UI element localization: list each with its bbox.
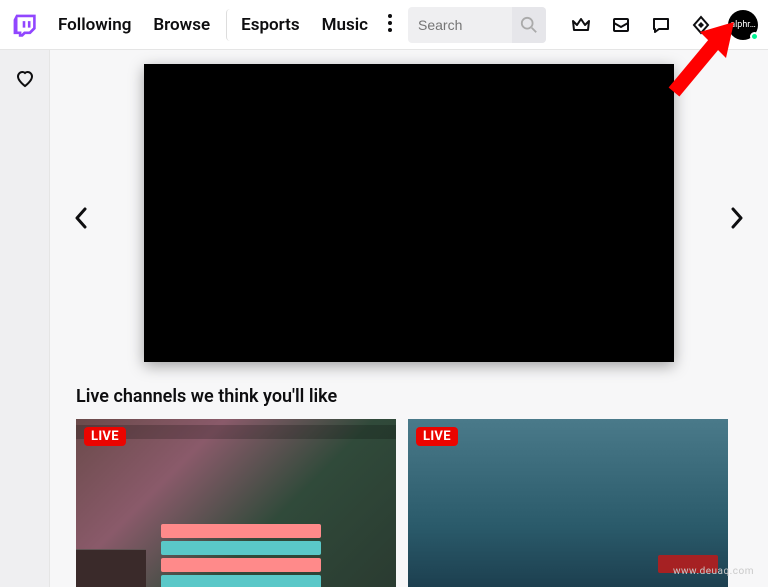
featured-carousel [50,50,768,386]
live-badge: LIVE [84,427,126,446]
chevron-right-icon [730,207,744,229]
live-badge: LIVE [416,427,458,446]
search-input[interactable] [408,17,512,33]
featured-video-player[interactable] [144,64,674,362]
search-button[interactable] [512,7,546,43]
main-content: Live channels we think you'll like LIVE … [50,50,768,587]
search-icon [520,16,538,34]
nav-browse[interactable]: Browse [143,9,220,41]
crown-icon [571,15,591,35]
bits-button[interactable] [684,8,718,42]
avatar-label: alphr… [730,20,756,30]
more-menu-button[interactable] [380,8,400,42]
twitch-logo[interactable] [10,9,38,41]
carousel-next-button[interactable] [722,203,752,233]
section-heading: Live channels we think you'll like [76,386,742,407]
chat-icon [651,15,671,35]
prime-loot-button[interactable] [564,8,598,42]
nav-following[interactable]: Following [48,9,141,41]
inbox-icon [611,15,631,35]
nav-links: Following Browse Esports Music [48,8,400,42]
whispers-button[interactable] [644,8,678,42]
followed-channels-button[interactable] [8,62,42,96]
channel-card[interactable]: LIVE [408,419,728,587]
live-channels-section: Live channels we think you'll like LIVE … [50,386,768,587]
heart-icon [15,69,35,89]
nav-music[interactable]: Music [312,9,378,41]
inbox-button[interactable] [604,8,638,42]
left-sidebar [0,50,50,587]
user-avatar[interactable]: alphr… [728,10,758,40]
channel-cards: LIVE LIVE [76,419,742,587]
chevron-left-icon [74,207,88,229]
top-nav: Following Browse Esports Music alphr… [0,0,768,50]
status-online-dot [750,32,759,41]
watermark: www.deuaq.com [673,566,754,577]
search-box [408,7,546,43]
channel-card[interactable]: LIVE [76,419,396,587]
nav-esports[interactable]: Esports [226,9,310,41]
header-actions: alphr… [564,8,758,42]
carousel-prev-button[interactable] [66,203,96,233]
bits-icon [691,15,711,35]
